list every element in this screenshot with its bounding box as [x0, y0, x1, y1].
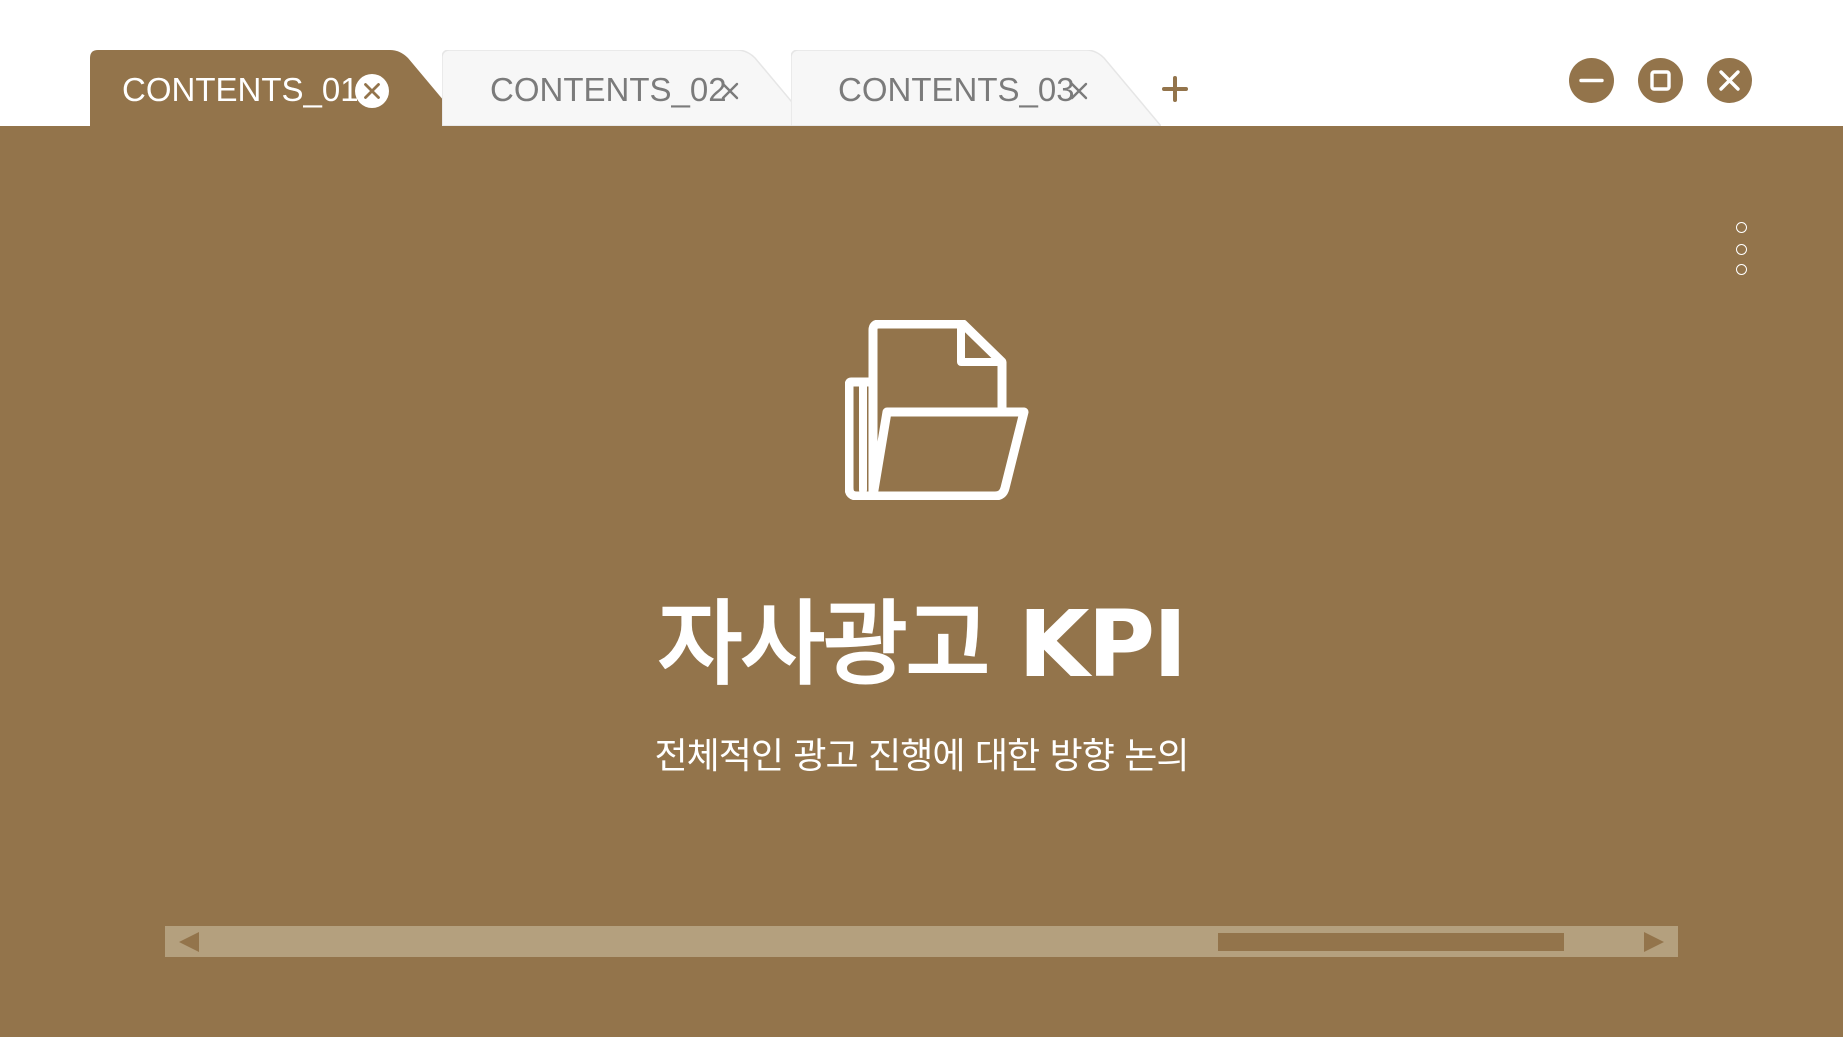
app-window: CONTENTS_01 CONTENTS_02 CONTENTS_03 자사광고… [0, 0, 1843, 1037]
triangle-left-icon[interactable] [169, 926, 209, 957]
content-panel: 자사광고 KPI 전체적인 광고 진행에 대한 방향 논의 [0, 126, 1843, 1037]
close-circle-icon[interactable] [354, 73, 390, 109]
tab-contents-03[interactable]: CONTENTS_03 [791, 50, 1161, 126]
vertical-dots-icon[interactable] [1728, 222, 1758, 286]
maximize-icon[interactable] [1638, 58, 1683, 103]
folder-document-icon [845, 320, 1029, 500]
close-icon[interactable] [712, 73, 748, 109]
scrollbar-thumb[interactable] [1218, 933, 1564, 951]
tab-contents-01[interactable]: CONTENTS_01 [90, 50, 465, 126]
minimize-icon[interactable] [1569, 58, 1614, 103]
tab-label: CONTENTS_03 [838, 71, 1075, 108]
close-icon[interactable] [1707, 58, 1752, 103]
plus-icon[interactable] [1160, 74, 1190, 104]
page-title: 자사광고 KPI [657, 591, 1188, 698]
triangle-right-icon[interactable] [1634, 926, 1674, 957]
horizontal-scrollbar[interactable] [165, 926, 1678, 957]
tab-bar: CONTENTS_01 CONTENTS_02 CONTENTS_03 [0, 0, 1843, 126]
close-icon[interactable] [1061, 73, 1097, 109]
page-subtitle: 전체적인 광고 진행에 대한 방향 논의 [654, 736, 1189, 777]
tab-label: CONTENTS_01 [122, 71, 359, 108]
tab-contents-02[interactable]: CONTENTS_02 [442, 50, 812, 126]
tab-label: CONTENTS_02 [490, 71, 727, 108]
